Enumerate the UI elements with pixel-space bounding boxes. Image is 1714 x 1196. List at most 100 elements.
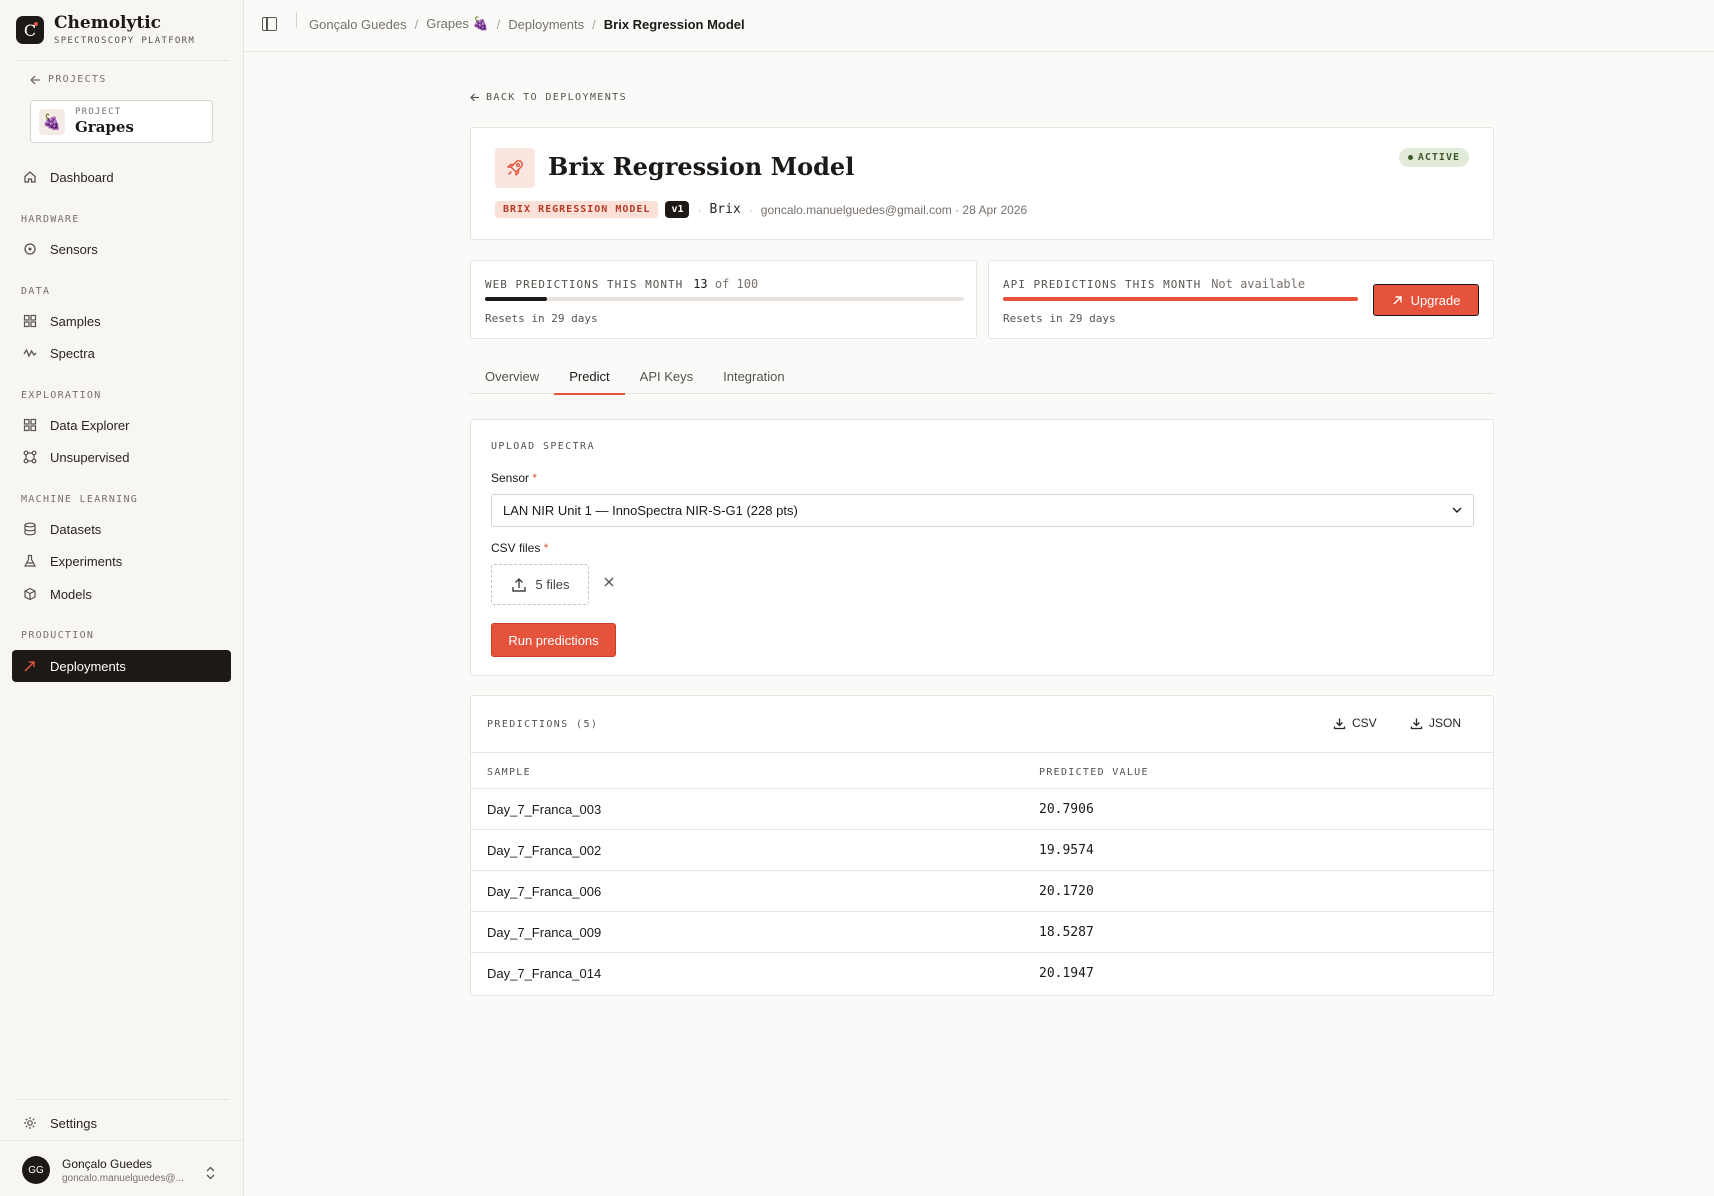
sidebar-item-label: Experiments xyxy=(50,553,123,569)
user-menu[interactable]: GG Gonçalo Guedes goncalo.manuelguedes@.… xyxy=(22,1156,184,1184)
back-to-projects-link[interactable]: PROJECTS xyxy=(30,74,107,85)
brand-logo-dot xyxy=(34,22,38,26)
sidebar-toggle-icon[interactable] xyxy=(262,17,277,31)
tab-predict[interactable]: Predict xyxy=(554,358,626,395)
sidebar: C Chemolytic SPECTROSCOPY PLATFORM PROJE… xyxy=(0,0,244,1196)
sidebar-item-unsupervised[interactable]: Unsupervised xyxy=(12,441,231,473)
project-switcher[interactable]: 🍇 PROJECT Grapes xyxy=(30,100,213,143)
download-json-label: JSON xyxy=(1429,716,1462,730)
web-usage-progress xyxy=(485,297,964,301)
meta-separator: · xyxy=(697,202,702,217)
sidebar-item-settings[interactable]: Settings xyxy=(12,1107,231,1139)
breadcrumb-deployments[interactable]: Deployments xyxy=(508,17,584,32)
web-usage-card: WEB PREDICTIONS THIS MONTH 13 of 100 Res… xyxy=(470,260,977,339)
table-row: Day_7_Franca_006 20.1720 xyxy=(471,870,1493,911)
sidebar-item-spectra[interactable]: Spectra xyxy=(12,337,231,369)
api-usage-reset: Resets in 29 days xyxy=(1003,312,1116,325)
tab-api-keys[interactable]: API Keys xyxy=(625,358,708,394)
api-usage-title: API PREDICTIONS THIS MONTH Not available xyxy=(1003,277,1305,291)
web-usage-limit: of 100 xyxy=(714,277,759,291)
sidebar-item-label: Spectra xyxy=(50,345,95,361)
home-icon xyxy=(22,169,38,185)
sidebar-item-label: Sensors xyxy=(50,241,98,257)
sidebar-item-samples[interactable]: Samples xyxy=(12,305,231,337)
deployment-header-card: Brix Regression Model ACTIVE BRIX REGRES… xyxy=(470,127,1494,240)
section-production: PRODUCTION xyxy=(21,630,95,641)
sensor-label-text: Sensor xyxy=(491,471,530,485)
cluster-icon xyxy=(22,449,38,465)
sidebar-footer-divider xyxy=(16,1099,229,1100)
run-predictions-button[interactable]: Run predictions xyxy=(491,623,616,657)
app-subtitle: SPECTROSCOPY PLATFORM xyxy=(54,36,196,46)
upgrade-button-label: Upgrade xyxy=(1410,292,1461,308)
file-upload-button[interactable]: 5 files xyxy=(491,564,589,605)
sidebar-item-datasets[interactable]: Datasets xyxy=(12,513,231,545)
file-count: 5 files xyxy=(535,577,570,592)
chevron-up-down-icon[interactable] xyxy=(206,1166,215,1181)
breadcrumb-separator: / xyxy=(592,16,596,32)
section-exploration: EXPLORATION xyxy=(21,390,102,401)
arrow-left-icon xyxy=(470,93,479,102)
breadcrumb-current: Brix Regression Model xyxy=(603,16,745,32)
top-bar: Gonçalo Guedes / Grapes 🍇 / Deployments … xyxy=(244,0,1714,52)
sensor-label: Sensor * xyxy=(491,471,537,485)
cell-sample: Day_7_Franca_014 xyxy=(487,965,602,981)
tab-integration[interactable]: Integration xyxy=(708,358,799,394)
sensor-icon xyxy=(22,241,38,257)
flask-icon xyxy=(22,553,38,569)
back-to-deployments-link[interactable]: BACK TO DEPLOYMENTS xyxy=(470,92,627,103)
sidebar-item-label: Deployments xyxy=(50,658,126,674)
deployment-meta: BRIX REGRESSION MODEL v1 · Brix · goncal… xyxy=(495,201,1027,218)
rocket-icon xyxy=(22,658,38,674)
table-row: Day_7_Franca_009 18.5287 xyxy=(471,911,1493,952)
sensor-select-value: LAN NIR Unit 1 — InnoSpectra NIR-S-G1 (2… xyxy=(503,503,798,518)
breadcrumb-project[interactable]: Grapes 🍇 xyxy=(426,16,488,32)
api-usage-progress-fill xyxy=(1003,297,1358,301)
breadcrumb-separator: / xyxy=(496,16,501,32)
brand-logo: C xyxy=(16,16,44,44)
sidebar-item-label: Samples xyxy=(50,313,101,329)
sidebar-item-deployments[interactable]: Deployments xyxy=(12,650,231,682)
web-usage-label: WEB PREDICTIONS THIS MONTH xyxy=(485,278,684,291)
sidebar-item-experiments[interactable]: Experiments xyxy=(12,545,231,577)
meta-separator: · xyxy=(748,202,753,217)
cell-sample: Day_7_Franca_002 xyxy=(487,842,602,858)
app-name: Chemolytic xyxy=(54,13,162,33)
target-variable: Brix xyxy=(709,202,741,217)
api-usage-status: Not available xyxy=(1211,277,1306,291)
column-header-predicted-value: PREDICTED VALUE xyxy=(1039,767,1149,778)
required-mark: * xyxy=(543,541,549,555)
download-csv-button[interactable]: CSV xyxy=(1333,716,1377,730)
breadcrumb-user[interactable]: Gonçalo Guedes xyxy=(309,17,407,32)
sidebar-item-dashboard[interactable]: Dashboard xyxy=(12,161,231,193)
project-name: Grapes xyxy=(75,118,134,136)
sidebar-item-label: Datasets xyxy=(50,521,102,537)
version-badge: v1 xyxy=(665,201,690,218)
clear-files-icon[interactable] xyxy=(603,575,615,593)
download-json-button[interactable]: JSON xyxy=(1410,716,1461,730)
arrow-up-right-icon xyxy=(1393,295,1402,304)
tab-overview[interactable]: Overview xyxy=(470,358,554,394)
upgrade-button[interactable]: Upgrade xyxy=(1373,284,1479,316)
sidebar-item-models[interactable]: Models xyxy=(12,578,231,610)
sidebar-item-sensors[interactable]: Sensors xyxy=(12,233,231,265)
cell-sample: Day_7_Franca_009 xyxy=(487,924,602,940)
sensor-select[interactable]: LAN NIR Unit 1 — InnoSpectra NIR-S-G1 (2… xyxy=(491,494,1474,527)
sidebar-user-divider xyxy=(0,1140,243,1141)
sidebar-item-data-explorer[interactable]: Data Explorer xyxy=(12,409,231,441)
status-badge: ACTIVE xyxy=(1398,148,1469,167)
cell-sample: Day_7_Franca_006 xyxy=(487,883,602,899)
project-label: PROJECT xyxy=(75,107,122,117)
cell-predicted-value: 18.5287 xyxy=(1039,924,1094,940)
upload-spectra-card: UPLOAD SPECTRA Sensor * LAN NIR Unit 1 —… xyxy=(470,419,1494,676)
chevron-down-icon xyxy=(1452,507,1462,513)
upload-section-title: UPLOAD SPECTRA xyxy=(491,441,595,452)
back-to-projects-label: PROJECTS xyxy=(48,74,107,85)
grid-icon xyxy=(22,417,38,433)
grid-icon xyxy=(22,313,38,329)
download-icon xyxy=(1410,718,1423,729)
sidebar-item-label: Unsupervised xyxy=(50,449,130,465)
predictions-title: PREDICTIONS (5) xyxy=(487,719,599,730)
brand[interactable]: C Chemolytic SPECTROSCOPY PLATFORM xyxy=(16,14,195,46)
csv-files-label: CSV files * xyxy=(491,541,548,555)
